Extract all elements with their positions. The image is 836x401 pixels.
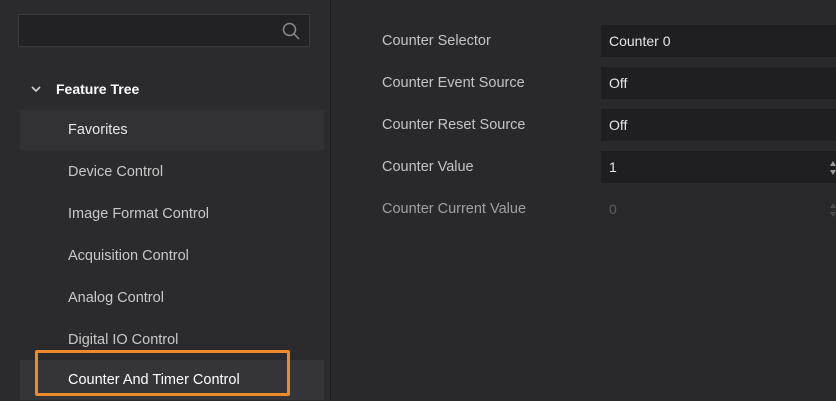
chevron-down-icon[interactable] — [30, 83, 42, 95]
properties-panel: Counter Selector Counter 0 Counter Event… — [331, 0, 836, 401]
tree-item-analog-control[interactable]: Analog Control — [20, 278, 324, 318]
search-input[interactable] — [18, 14, 310, 47]
property-label: Counter Selector — [382, 33, 491, 49]
feature-tree-header[interactable]: Feature Tree — [0, 70, 330, 108]
counter-current-value-text: 0 — [609, 201, 617, 217]
property-label: Counter Reset Source — [382, 117, 526, 133]
counter-current-value-input: 0 — [601, 193, 836, 225]
tree-item-counter-and-timer-control[interactable]: Counter And Timer Control — [20, 360, 324, 400]
feature-tree-title: Feature Tree — [56, 81, 140, 97]
property-label: Counter Value — [382, 159, 474, 175]
tree-item-label: Counter And Timer Control — [68, 372, 240, 388]
tree-item-acquisition-control[interactable]: Acquisition Control — [20, 236, 324, 276]
tree-item-label: Digital IO Control — [68, 332, 179, 348]
tree-item-label: Analog Control — [68, 290, 164, 306]
property-label: Counter Current Value — [382, 201, 527, 217]
counter-selector-dropdown[interactable]: Counter 0 — [601, 25, 836, 57]
counter-value-text: 1 — [609, 159, 617, 175]
counter-reset-source-dropdown[interactable]: Off — [601, 109, 836, 141]
search-icon[interactable] — [281, 21, 301, 41]
counter-value-input[interactable]: 1 — [601, 151, 836, 183]
spinner-arrows-icon — [830, 203, 836, 217]
property-row-counter-selector: Counter Selector Counter 0 — [331, 22, 836, 60]
feature-tree-panel: Feature Tree Favorites Device Control Im… — [0, 0, 331, 401]
tree-item-favorites[interactable]: Favorites — [20, 110, 324, 150]
tree-item-label: Acquisition Control — [68, 248, 189, 264]
tree-item-digital-io-control[interactable]: Digital IO Control — [20, 320, 324, 360]
tree-item-device-control[interactable]: Device Control — [20, 152, 324, 192]
property-row-counter-event-source: Counter Event Source Off — [331, 64, 836, 102]
property-row-counter-value: Counter Value 1 — [331, 148, 836, 186]
spinner-arrows-icon[interactable] — [830, 159, 836, 177]
property-label: Counter Event Source — [382, 75, 525, 91]
tree-item-label: Image Format Control — [68, 206, 210, 222]
tree-item-label: Favorites — [68, 122, 128, 138]
property-row-counter-reset-source: Counter Reset Source Off — [331, 106, 836, 144]
property-row-counter-current-value: Counter Current Value 0 — [331, 190, 836, 228]
tree-item-label: Device Control — [68, 164, 164, 180]
tree-item-image-format-control[interactable]: Image Format Control — [20, 194, 324, 234]
counter-event-source-dropdown[interactable]: Off — [601, 67, 836, 99]
